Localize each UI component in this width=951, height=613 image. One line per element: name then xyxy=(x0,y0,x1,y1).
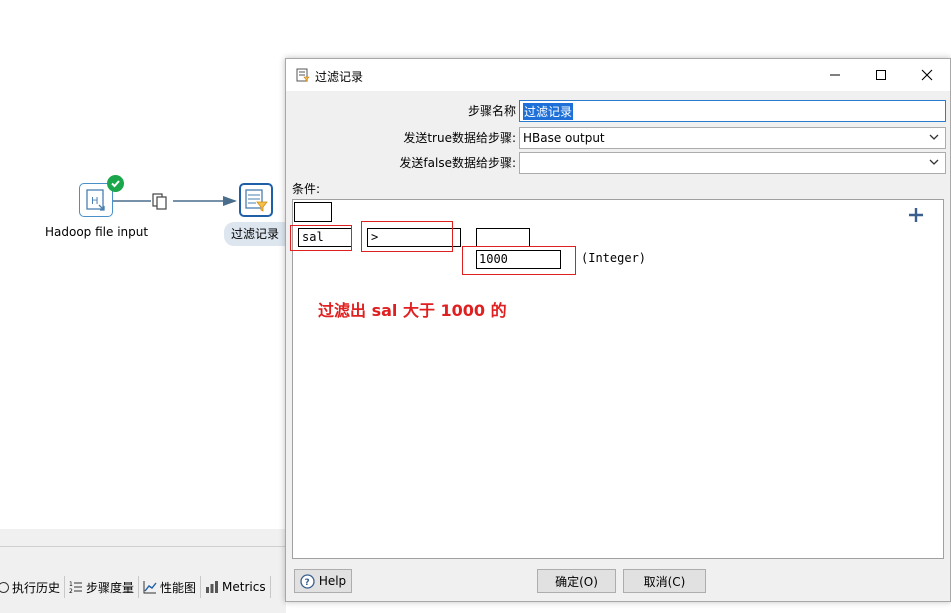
tab-execution-history[interactable]: 执行历史 xyxy=(0,576,66,598)
metrics-icon xyxy=(206,581,219,593)
step-label-filter-rows: 过滤记录 xyxy=(231,227,280,241)
svg-text:?: ? xyxy=(304,578,309,588)
close-button[interactable] xyxy=(904,59,950,91)
step-name-input[interactable]: 过滤记录 xyxy=(519,100,946,122)
condition-right-field-input[interactable] xyxy=(476,228,530,247)
performance-chart-icon xyxy=(143,581,157,594)
filter-rows-icon xyxy=(245,189,268,212)
step-metrics-icon: 1 2 xyxy=(69,581,83,594)
execution-results-panel xyxy=(0,529,286,613)
cancel-button[interactable]: 取消(C) xyxy=(623,569,706,593)
filter-rows-step[interactable] xyxy=(239,183,273,217)
condition-label: 条件: xyxy=(292,182,321,196)
ok-button[interactable]: 确定(O) xyxy=(537,569,616,593)
condition-value-type: (Integer) xyxy=(581,251,647,265)
svg-text:2: 2 xyxy=(69,588,73,594)
add-condition-icon[interactable] xyxy=(907,206,925,224)
filter-rows-icon xyxy=(296,68,310,82)
annotation-text: 过滤出 sal 大于 1000 的 xyxy=(318,301,507,320)
dialog-title: 过滤记录 xyxy=(315,70,364,84)
svg-text:1: 1 xyxy=(69,581,73,588)
help-icon: ? xyxy=(300,573,315,589)
history-icon xyxy=(0,581,9,593)
highlight-operator xyxy=(361,221,453,252)
minimize-icon xyxy=(830,74,840,76)
copy-data-icon xyxy=(152,193,167,210)
dialog-titlebar[interactable]: 过滤记录 xyxy=(286,59,950,91)
tab-step-metrics[interactable]: 1 2 步骤度量 xyxy=(65,576,140,598)
chevron-down-icon xyxy=(929,134,939,140)
maximize-icon xyxy=(876,70,886,80)
condition-editor[interactable]: sal > 1000 (Integer) 过滤出 sal 大于 1000 的 xyxy=(290,199,944,559)
close-icon xyxy=(921,69,933,81)
condition-negate-box[interactable] xyxy=(294,202,332,222)
help-button[interactable]: ? Help xyxy=(294,569,352,593)
true-target-select[interactable]: HBase output xyxy=(519,127,946,149)
step-label-hadoop-file-input: Hadoop file input xyxy=(45,225,149,239)
hadoop-file-icon: H xyxy=(86,189,105,211)
highlight-field xyxy=(290,225,352,251)
tab-metrics[interactable]: Metrics xyxy=(201,576,271,598)
step-name-label: 步骤名称 xyxy=(467,104,516,118)
svg-text:H: H xyxy=(91,196,99,207)
tab-performance-chart[interactable]: 性能图 xyxy=(139,576,202,598)
false-target-select[interactable] xyxy=(519,152,946,174)
highlight-value xyxy=(462,246,576,275)
chevron-down-icon xyxy=(929,159,939,165)
true-target-label: 发送true数据给步骤: xyxy=(403,131,516,145)
hop-arrow[interactable] xyxy=(113,190,241,212)
minimize-button[interactable] xyxy=(812,59,858,91)
execution-results-tabs: 执行历史 1 2 步骤度量 性能图 Metrics xyxy=(0,574,286,600)
maximize-button[interactable] xyxy=(858,59,904,91)
false-target-label: 发送false数据给步骤: xyxy=(399,156,516,170)
filter-rows-dialog: 过滤记录 步骤名称 过滤记录 发送true数据给步骤: HBase output… xyxy=(285,58,951,602)
